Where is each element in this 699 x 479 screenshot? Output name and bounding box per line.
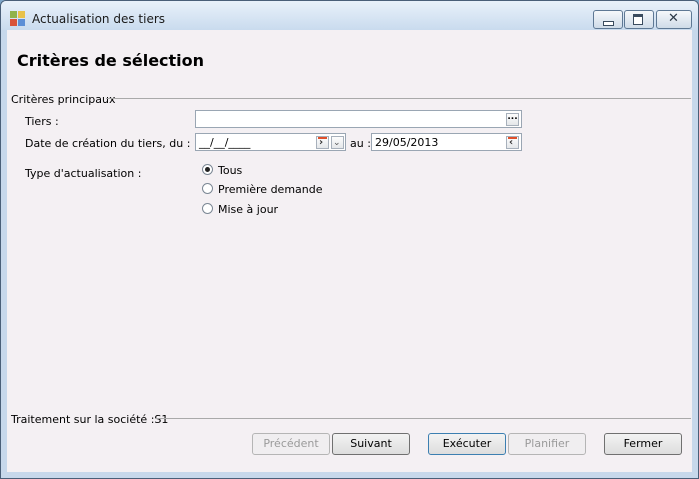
dialog-content: Critères de sélection Critères principau…	[7, 30, 692, 472]
update-type-label: Type d'actualisation :	[25, 167, 142, 180]
window-title: Actualisation des tiers	[32, 12, 166, 26]
radio-label-premiere-demande: Première demande	[218, 183, 323, 196]
radio-button-tous[interactable]	[202, 164, 213, 175]
app-logo-icon	[10, 11, 26, 27]
maximize-button[interactable]	[624, 10, 654, 29]
chevron-right-icon: ›	[319, 137, 324, 148]
next-button[interactable]: Suivant	[332, 433, 410, 455]
minimize-icon	[603, 21, 614, 26]
radio-label-tous: Tous	[218, 164, 243, 177]
group-divider	[106, 98, 691, 99]
creation-date-label: Date de création du tiers, du :	[25, 137, 191, 150]
date-to-value: 29/05/2013	[375, 136, 439, 149]
close-button[interactable]: Fermer	[604, 433, 682, 455]
tiers-label: Tiers :	[25, 115, 59, 128]
previous-button[interactable]: Précédent	[252, 433, 330, 455]
schedule-button[interactable]: Planifier	[508, 433, 586, 455]
ellipsis-icon: ...	[507, 112, 518, 122]
date-to-calendar-button[interactable]: ‹	[506, 136, 519, 149]
minimize-button[interactable]	[593, 10, 623, 29]
group-label-main-criteria: Critères principaux	[11, 93, 116, 106]
title-bar[interactable]: Actualisation des tiers ✕	[1, 1, 698, 30]
chevron-left-icon: ‹	[509, 137, 514, 148]
company-info-label: Traitement sur la société :S1	[11, 413, 169, 426]
execute-button[interactable]: Exécuter	[428, 433, 506, 455]
chevron-down-icon: ⌄	[333, 138, 341, 148]
radio-button-mise-a-jour[interactable]	[202, 203, 213, 214]
radio-label-mise-a-jour: Mise à jour	[218, 203, 279, 216]
close-window-button[interactable]: ✕	[656, 10, 692, 29]
date-from-dropdown-button[interactable]: ⌄	[331, 136, 344, 149]
radio-selected-dot	[205, 167, 210, 172]
date-to-input[interactable]: 29/05/2013 ‹	[371, 133, 522, 151]
footer-divider	[155, 418, 691, 419]
tiers-input[interactable]: ...	[195, 110, 522, 128]
tiers-browse-button[interactable]: ...	[506, 113, 519, 126]
app-window: Actualisation des tiers ✕ Critères de sé…	[0, 0, 699, 479]
close-icon: ✕	[668, 11, 679, 26]
maximize-icon	[633, 14, 643, 25]
date-from-input[interactable]: __/__/____ › ⌄	[195, 133, 346, 151]
date-from-calendar-button[interactable]: ›	[316, 136, 329, 149]
date-to-label: au :	[350, 137, 371, 150]
radio-button-premiere-demande[interactable]	[202, 183, 213, 194]
date-from-value: __/__/____	[199, 136, 251, 149]
page-title: Critères de sélection	[17, 51, 205, 70]
